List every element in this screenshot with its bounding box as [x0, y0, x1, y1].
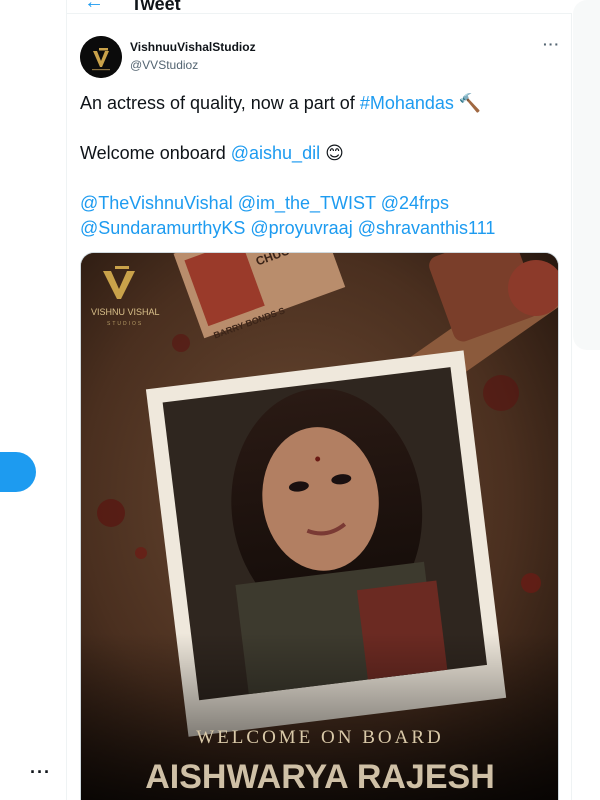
search-card [573, 0, 600, 350]
hashtag-link[interactable]: #Mohandas [360, 93, 454, 113]
mention-link[interactable]: @TheVishnuVishal [80, 193, 233, 213]
poster-image: CHUC BARRY BONDS S VISHNU VISHAL STUDIOS [81, 253, 558, 800]
mention-link[interactable]: @24frps [381, 193, 449, 213]
smile-emoji-icon: 😊 [325, 143, 344, 163]
arrow-left-icon[interactable]: ← [84, 0, 104, 12]
author-name[interactable]: VishnuuVishalStudioz [130, 40, 256, 54]
studio-logo-icon [80, 36, 122, 78]
poster-welcome-text: WELCOME ON BOARD [196, 727, 444, 748]
right-sidebar [573, 0, 600, 800]
svg-text:STUDIOS: STUDIOS [107, 321, 143, 327]
hammer-icon: 🔨 [458, 93, 482, 113]
tweet-media-image[interactable]: CHUC BARRY BONDS S VISHNU VISHAL STUDIOS [80, 252, 559, 800]
mention-link[interactable]: @aishu_dil [231, 143, 320, 163]
tweet-line-1: An actress of quality, now a part of #Mo… [80, 91, 560, 116]
mention-link[interactable]: @shravanthis111 [358, 218, 496, 238]
tweet-detail-column: ← Tweet VishnuuVishalStudioz @VVStudioz … [66, 0, 572, 800]
left-nav: ··· [0, 0, 66, 800]
mention-link[interactable]: @proyuvraaj [250, 218, 352, 238]
page-header: ← Tweet [67, 0, 572, 14]
tweet-line-4: @SundaramurthyKS @proyuvraaj @shravanthi… [80, 216, 560, 241]
page-title: Tweet [131, 0, 181, 14]
svg-text:VISHNU VISHAL: VISHNU VISHAL [91, 307, 160, 317]
mention-link[interactable]: @SundaramurthyKS [80, 218, 245, 238]
mention-link[interactable]: @im_the_TWIST [238, 193, 376, 213]
poster-actor-name: AISHWARYA RAJESH [145, 758, 495, 796]
tweet-line-2: Welcome onboard @aishu_dil 😊 [80, 141, 560, 166]
compose-tweet-button[interactable] [0, 452, 36, 492]
tweet-text: An actress of quality, now a part of #Mo… [80, 91, 560, 241]
more-options-icon[interactable]: ··· [30, 762, 51, 783]
author-handle[interactable]: @VVStudioz [130, 58, 198, 72]
tweet-line-3: @TheVishnuVishal @im_the_TWIST @24frps [80, 191, 560, 216]
tweet-menu-icon[interactable]: ··· [543, 36, 560, 52]
avatar[interactable] [80, 36, 122, 78]
